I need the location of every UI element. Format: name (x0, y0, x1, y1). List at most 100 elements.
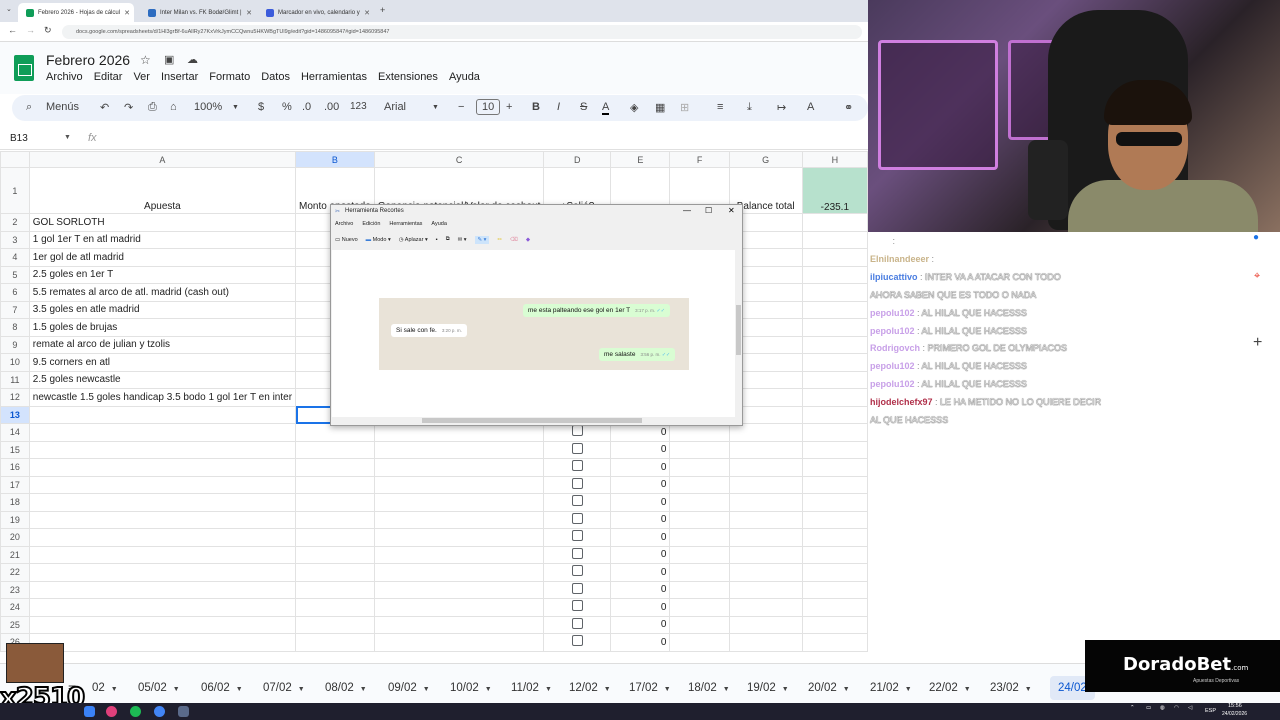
move-folder-icon[interactable]: ▣ (164, 53, 174, 66)
percent-format-button[interactable]: % (282, 101, 292, 113)
apuesta-cell[interactable] (28, 493, 297, 512)
horizontal-scrollbar[interactable] (332, 417, 736, 425)
cell[interactable] (801, 213, 868, 232)
apuesta-cell[interactable] (28, 545, 297, 564)
ganancia-cell[interactable] (373, 528, 545, 547)
cell[interactable] (669, 493, 730, 512)
cell[interactable] (801, 493, 868, 512)
ganancia-cell[interactable] (373, 580, 545, 599)
ganancia-cell[interactable] (373, 563, 545, 582)
column-header[interactable]: C (373, 151, 545, 168)
cell[interactable] (669, 458, 730, 477)
monto-cell[interactable] (295, 580, 375, 599)
row-header[interactable]: 8 (0, 318, 30, 337)
menu-editar[interactable]: Editar (94, 71, 123, 83)
document-title[interactable]: Febrero 2026 (46, 52, 130, 68)
cell[interactable] (801, 388, 868, 407)
monto-cell[interactable] (295, 458, 375, 477)
cell[interactable] (801, 615, 868, 634)
chevron-down-icon[interactable]: ▼ (905, 686, 912, 693)
cell[interactable] (801, 545, 868, 564)
row-header[interactable]: 6 (0, 283, 30, 302)
salio-cell[interactable] (543, 615, 612, 634)
cell[interactable] (728, 528, 803, 547)
sheet-tab[interactable]: 02 ▼ (92, 682, 118, 694)
sheet-tab[interactable]: 11/02 ▼ (511, 682, 552, 694)
menu-archivo[interactable]: Archivo (46, 71, 83, 83)
checkbox[interactable] (571, 460, 583, 472)
close-icon[interactable]: ✕ (124, 9, 130, 17)
fill-color-icon[interactable]: ◈ (630, 101, 638, 114)
copy-icon[interactable]: ⧉ (446, 236, 450, 243)
app-icon[interactable] (106, 706, 117, 717)
row-header[interactable]: 3 (0, 230, 30, 249)
sheet-tab[interactable]: 18/02 ▼ (688, 682, 730, 694)
new-tab-icon[interactable]: + (380, 5, 385, 15)
merge-cells-icon[interactable]: ⊞ (680, 101, 689, 114)
result-cell[interactable]: 0 (610, 580, 671, 599)
row-header[interactable]: 10 (0, 353, 30, 372)
minimize-icon[interactable]: — (683, 206, 691, 215)
cell[interactable] (801, 563, 868, 582)
menu-ayuda[interactable]: Ayuda (449, 71, 480, 83)
maximize-icon[interactable]: ☐ (705, 206, 712, 215)
apuesta-cell[interactable] (28, 615, 297, 634)
chevron-down-icon[interactable]: ▼ (485, 686, 492, 693)
chevron-down-icon[interactable]: ▼ (1025, 686, 1032, 693)
salio-cell[interactable] (543, 423, 612, 442)
sheet-tab[interactable]: 19/02 ▼ (747, 682, 789, 694)
cell[interactable] (728, 510, 803, 529)
menu-ver[interactable]: Ver (133, 71, 150, 83)
add-addon-icon[interactable]: + (1253, 334, 1262, 352)
salio-cell[interactable] (543, 580, 612, 599)
cell[interactable] (801, 528, 868, 547)
apuesta-cell[interactable] (28, 475, 297, 494)
sheet-tab[interactable]: 10/02 ▼ (450, 682, 492, 694)
salio-cell[interactable] (543, 633, 612, 652)
cell[interactable] (669, 545, 730, 564)
ganancia-cell[interactable] (373, 458, 545, 477)
checkbox[interactable] (571, 565, 583, 577)
cell[interactable] (801, 370, 868, 389)
cell[interactable] (728, 580, 803, 599)
checkbox[interactable] (571, 425, 583, 437)
column-header[interactable]: H (801, 151, 868, 168)
close-icon[interactable]: ✕ (728, 206, 735, 215)
snip-menu-edicion[interactable]: Edición (362, 221, 380, 227)
back-icon[interactable]: ← (8, 25, 17, 35)
cell[interactable] (801, 633, 868, 652)
font-select[interactable]: Arial (384, 101, 406, 113)
ganancia-cell[interactable] (373, 475, 545, 494)
ganancia-cell[interactable] (373, 615, 545, 634)
more-formats-button[interactable]: 123 (350, 101, 367, 112)
chevron-down-icon[interactable]: ▼ (360, 686, 367, 693)
contacts-icon[interactable]: ● (1253, 232, 1259, 243)
language-indicator[interactable]: ESP (1205, 708, 1216, 714)
checkbox[interactable] (571, 582, 583, 594)
scroll-thumb[interactable] (736, 305, 741, 355)
currency-format-button[interactable]: $ (258, 101, 264, 113)
monto-cell[interactable] (295, 493, 375, 512)
paint3d-icon[interactable]: ◆ (526, 237, 530, 243)
column-header[interactable]: E (610, 151, 671, 168)
sheet-tab[interactable]: 09/02 ▼ (388, 682, 430, 694)
column-header[interactable]: D (543, 151, 612, 168)
chevron-down-icon[interactable]: ▼ (604, 686, 611, 693)
sheet-tab[interactable]: 21/02 ▼ (870, 682, 912, 694)
result-cell[interactable]: 0 (610, 598, 671, 617)
apuesta-cell[interactable] (28, 440, 297, 459)
apuesta-cell[interactable]: GOL SORLOTH (28, 213, 297, 232)
result-cell[interactable]: 0 (610, 615, 671, 634)
apuesta-cell[interactable] (28, 510, 297, 529)
cell[interactable] (801, 335, 868, 354)
name-box[interactable]: B13 (10, 133, 28, 144)
cell[interactable] (801, 230, 868, 249)
chevron-down-icon[interactable]: ▼ (782, 686, 789, 693)
font-size-input[interactable]: 10 (476, 99, 501, 115)
apuesta-cell[interactable] (28, 528, 297, 547)
monto-cell[interactable] (295, 545, 375, 564)
cell[interactable] (669, 563, 730, 582)
header-cell-apuesta[interactable]: Apuesta (28, 167, 297, 214)
ganancia-cell[interactable] (373, 545, 545, 564)
cell[interactable] (801, 423, 868, 442)
